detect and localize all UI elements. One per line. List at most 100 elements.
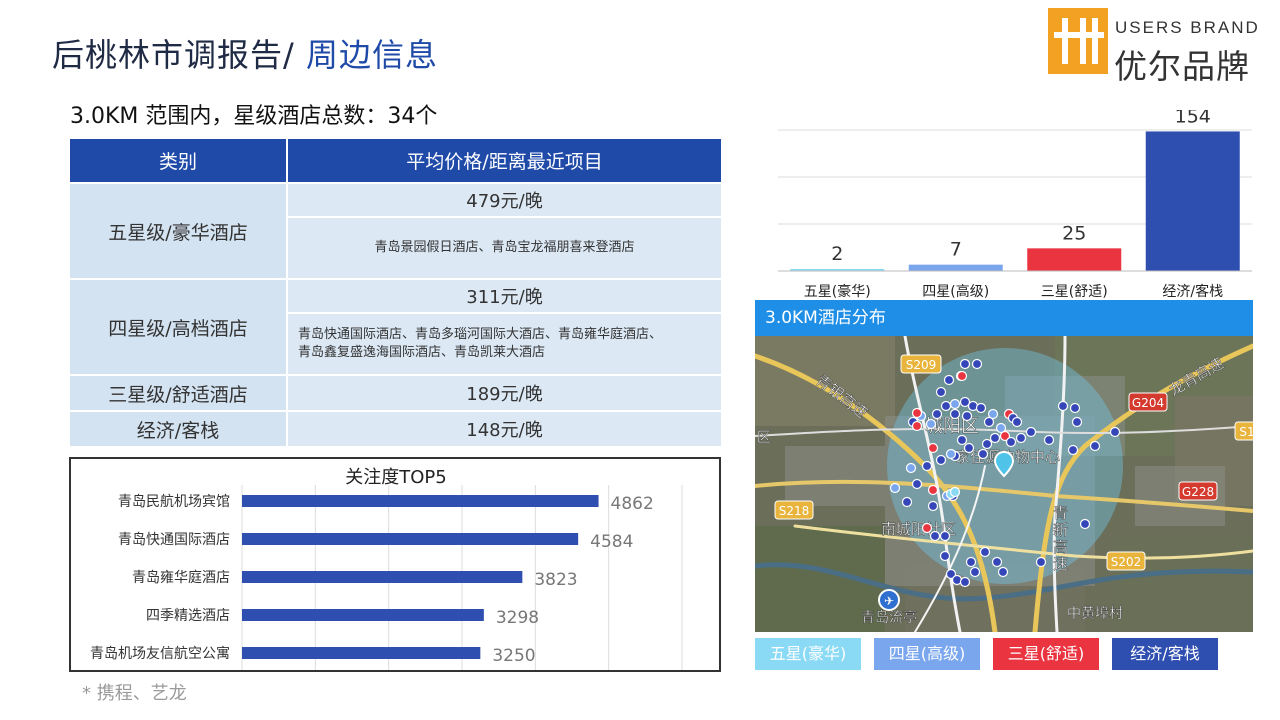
page-title-main: 后桃林市调报告/ xyxy=(52,36,295,74)
y-tick-label: 青岛快通国际酒店 xyxy=(118,532,230,548)
brand-logo-en: USERS BRAND xyxy=(1115,18,1260,37)
highway-label: 新 xyxy=(1053,521,1068,539)
hotel-marker xyxy=(1025,426,1037,438)
hotel-marker xyxy=(911,478,923,490)
bar xyxy=(242,533,579,545)
hotel-marker xyxy=(1011,416,1023,428)
x-tick-label: 四星(高级) xyxy=(922,283,989,300)
hotel-marker xyxy=(956,434,968,446)
hotel-marker xyxy=(931,408,943,420)
data-label: 7 xyxy=(950,239,962,261)
hotel-marker xyxy=(911,420,923,432)
bar xyxy=(1027,248,1122,271)
data-label: 25 xyxy=(1062,222,1086,244)
legend-five-star: 五星(豪华) xyxy=(755,638,861,670)
star-count-chart-svg: 2 五星(豪华) 7 四星(高级) 25 三星(舒适) 154 经济/客栈 xyxy=(778,110,1252,300)
airport-label: 青岛流亭 xyxy=(861,609,917,626)
table-cell-category: 三星级/舒适酒店 xyxy=(68,374,288,412)
y-tick-label: 青岛民航机场宾馆 xyxy=(118,494,230,510)
bar xyxy=(242,647,481,659)
hotel-marker xyxy=(925,418,937,430)
road-shield-label: S1 xyxy=(1239,425,1253,439)
hotel-marker xyxy=(1069,402,1081,414)
road-shield-label: G228 xyxy=(1182,485,1214,499)
hotel-marker xyxy=(949,398,961,410)
hotel-marker xyxy=(1015,432,1027,444)
hotel-marker xyxy=(1079,518,1091,530)
data-label: 154 xyxy=(1175,110,1211,127)
hotel-map-svg[interactable]: S209G204S1S218G228S202青银高速龙青高速区城阳区家佳源购物中… xyxy=(755,336,1253,632)
y-tick-label: 四季精选酒店 xyxy=(146,608,230,624)
hotel-marker xyxy=(945,448,957,460)
table-row: 经济/客栈 148元/晚 xyxy=(68,410,723,448)
hotel-map[interactable]: S209G204S1S218G228S202青银高速龙青高速区城阳区家佳源购物中… xyxy=(755,336,1253,632)
legend-budget: 经济/客栈 xyxy=(1112,638,1218,670)
table-header-row: 类别 平均价格/距离最近项目 xyxy=(68,137,723,184)
table-cell-price: 479元/晚 xyxy=(286,182,723,218)
y-tick-label: 青岛机场友信航空公寓 xyxy=(90,645,230,662)
hotel-price-table: 类别 平均价格/距离最近项目 五星级/豪华酒店 479元/晚 青岛景园假日酒店、… xyxy=(68,137,723,448)
brand-logo-mark xyxy=(1048,8,1108,74)
data-label: 3823 xyxy=(534,570,577,590)
hotel-marker xyxy=(971,358,983,370)
hotel-marker xyxy=(889,482,901,494)
hotel-marker xyxy=(959,358,971,370)
table-cell-nearest: 青岛景园假日酒店、青岛宝龙福朋喜来登酒店 xyxy=(286,216,723,280)
page-title: 后桃林市调报告/ 周边信息 xyxy=(52,30,438,76)
source-note: * 携程、艺龙 xyxy=(82,683,187,704)
hotel-marker xyxy=(939,550,951,562)
table-header-price: 平均价格/距离最近项目 xyxy=(286,137,723,184)
hotel-marker xyxy=(1043,434,1055,446)
nearest-line-2: 青岛鑫复盛逸海国际酒店、青岛凯莱大酒店 xyxy=(298,345,546,360)
brand-logo: USERS BRAND 优尔品牌 xyxy=(1048,8,1274,86)
brand-logo-zh: 优尔品牌 xyxy=(1114,47,1250,86)
hotel-marker xyxy=(929,530,941,542)
bar xyxy=(1145,131,1240,271)
legend-three-star: 三星(舒适) xyxy=(993,638,1099,670)
road-shield-label: S218 xyxy=(779,504,810,518)
table-header-category: 类别 xyxy=(68,137,288,184)
table-cell-price: 148元/晚 xyxy=(286,410,723,448)
hotel-marker xyxy=(911,407,923,419)
hotel-marker xyxy=(956,370,968,382)
map-terrain xyxy=(1115,536,1253,632)
hotel-marker xyxy=(921,522,933,534)
hotel-marker xyxy=(927,500,939,512)
hotel-map-panel: 3.0KM酒店分布 S209 G204 S1 S218 G228 S202 青银高速 龙青高速… xyxy=(755,300,1253,632)
airport-icon-glyph: ✈ xyxy=(884,594,894,608)
hotel-marker xyxy=(969,566,981,578)
map-urban-area xyxy=(785,446,885,506)
chart-title: 关注度TOP5 xyxy=(345,467,446,488)
hotel-marker xyxy=(921,460,933,472)
data-label: 3250 xyxy=(492,646,535,666)
hotel-marker xyxy=(1035,556,1047,568)
hotel-marker xyxy=(943,374,955,386)
place-label: 中黄埠村 xyxy=(1067,605,1123,622)
table-cell-price: 311元/晚 xyxy=(286,278,723,314)
data-label: 4862 xyxy=(611,494,654,514)
page-title-accent: 周边信息 xyxy=(294,36,438,74)
highway-label: 高 xyxy=(1053,538,1068,556)
top5-chart: 关注度TOP5 青岛民航机场宾馆 4862 青岛快通国际酒店 4584 青岛雍华庭酒店 38… xyxy=(69,457,721,672)
data-label: 3298 xyxy=(496,608,539,628)
bar xyxy=(242,571,523,583)
hotel-marker xyxy=(991,556,1003,568)
hotel-marker xyxy=(901,496,913,508)
star-count-chart: 2 五星(豪华) 7 四星(高级) 25 三星(舒适) 154 经济/客栈 xyxy=(778,110,1252,306)
table-cell-category: 经济/客栈 xyxy=(68,410,288,448)
hotel-marker xyxy=(1109,426,1121,438)
hotel-marker xyxy=(949,408,961,420)
hotel-marker xyxy=(905,462,917,474)
hotel-marker xyxy=(1089,440,1101,452)
hotel-marker xyxy=(1005,436,1017,448)
hotel-marker xyxy=(983,416,995,428)
hotel-marker xyxy=(981,438,993,450)
legend-four-star: 四星(高级) xyxy=(874,638,980,670)
data-label: 2 xyxy=(831,243,843,265)
table-row: 三星级/舒适酒店 189元/晚 xyxy=(68,374,723,412)
x-tick-label: 五星(豪华) xyxy=(804,284,871,300)
bar xyxy=(908,264,1003,271)
hotel-marker xyxy=(979,546,991,558)
hotel-marker xyxy=(939,530,951,542)
hotel-marker xyxy=(935,454,947,466)
